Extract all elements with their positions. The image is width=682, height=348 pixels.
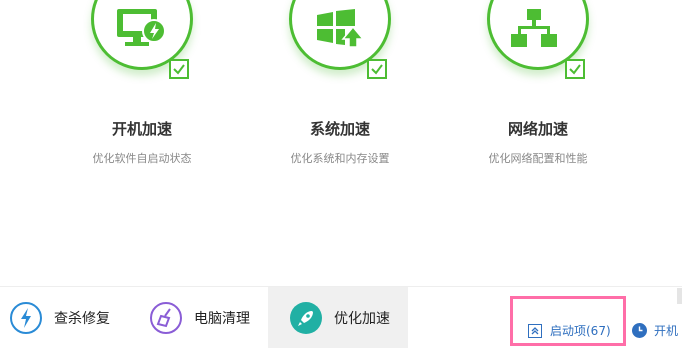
tab-optimize-speedup[interactable]: 优化加速 <box>268 287 408 348</box>
tab-label: 优化加速 <box>334 310 390 327</box>
check-icon <box>173 64 185 75</box>
lightning-shield-icon <box>10 301 42 334</box>
card-description: 优化软件自启动状态 <box>92 152 192 165</box>
check-icon <box>371 64 383 75</box>
startup-items-label: 启动项(67) <box>550 324 611 338</box>
card-title: 开机加速 <box>111 120 172 138</box>
clock-icon <box>632 323 647 338</box>
tab-virus-repair[interactable]: 查杀修复 <box>10 287 140 348</box>
checkbox-checked[interactable] <box>565 59 585 79</box>
tab-label: 电脑清理 <box>194 310 250 327</box>
broom-icon <box>150 301 182 334</box>
monitor-bolt-icon <box>117 9 166 46</box>
card-title: 系统加速 <box>309 120 370 138</box>
network-icon <box>511 9 557 47</box>
checkbox-checked[interactable] <box>169 59 189 79</box>
tab-label: 查杀修复 <box>54 310 110 327</box>
tab-pc-cleanup[interactable]: 电脑清理 <box>150 287 268 348</box>
rocket-icon <box>290 301 322 334</box>
startup-items-link[interactable]: 启动项(67) <box>528 322 611 339</box>
boot-time-link[interactable]: 开机 <box>632 322 678 339</box>
boot-time-label: 开机 <box>654 324 679 338</box>
scroll-edge <box>677 288 682 304</box>
card-description: 优化系统和内存设置 <box>290 152 390 165</box>
card-description: 优化网络配置和性能 <box>488 152 588 165</box>
card-title: 网络加速 <box>507 120 568 138</box>
check-icon <box>569 64 581 75</box>
double-chevron-up-icon <box>528 323 542 338</box>
checkbox-checked[interactable] <box>367 59 387 79</box>
windows-upgrade-icon <box>317 9 365 48</box>
